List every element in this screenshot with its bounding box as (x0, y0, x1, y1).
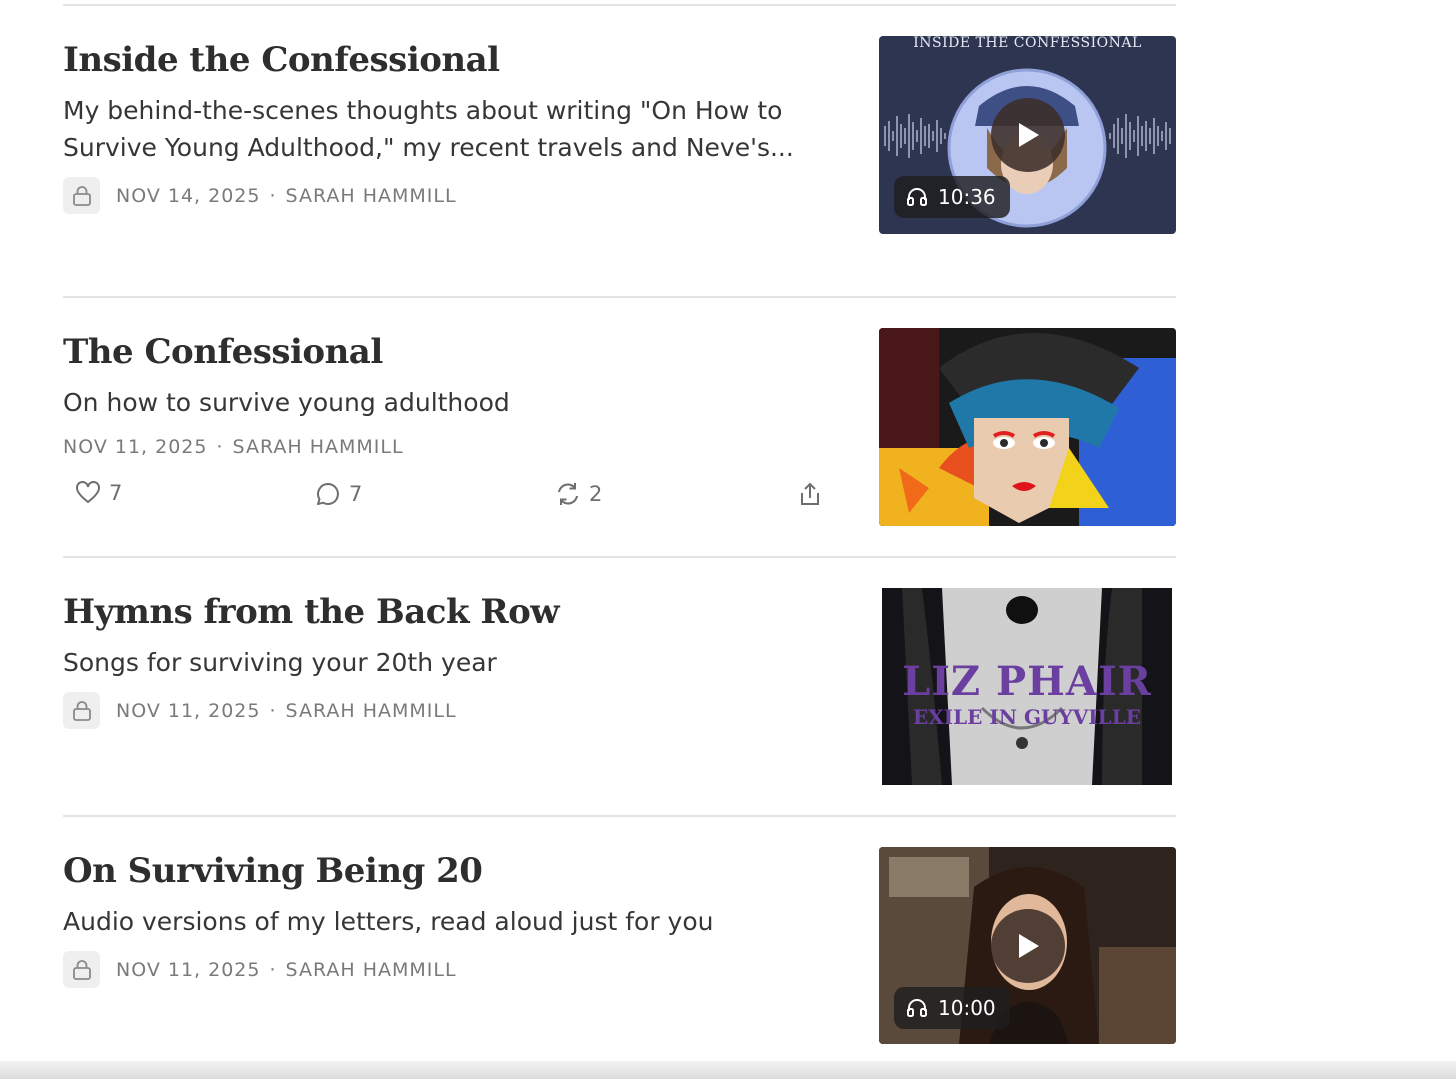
play-icon (1019, 934, 1039, 958)
restack-count: 2 (589, 482, 603, 506)
post-date: NOV 14, 2025 (116, 184, 261, 207)
restack-button[interactable]: 2 (555, 481, 602, 507)
lock-icon (63, 951, 100, 988)
bottom-scroll-edge (0, 1061, 1456, 1079)
post-author[interactable]: SARAH HAMMILL (286, 185, 457, 207)
post-subtitle: My behind-the-scenes thoughts about writ… (63, 96, 794, 162)
audio-duration-badge: 10:36 (894, 176, 1010, 218)
post-item-inside-the-confessional[interactable]: Inside the Confessional My behind-the-sc… (63, 0, 1176, 296)
post-thumbnail[interactable]: LIZ PHAIR EXILE IN GUYVILLE (882, 588, 1172, 785)
post-thumbnail[interactable]: 10:00 (879, 847, 1176, 1044)
comment-icon (317, 483, 339, 505)
meta-separator: · (269, 699, 277, 722)
post-item-hymns-from-the-back-row[interactable]: Hymns from the Back Row Songs for surviv… (63, 557, 1176, 815)
post-item-the-confessional[interactable]: The Confessional On how to survive young… (63, 297, 1176, 556)
post-meta: NOV 11, 2025 · SARAH HAMMILL (63, 428, 404, 465)
meta-separator: · (216, 435, 224, 458)
podcast-title-overlay: INSIDE THE CONFESSIONAL (913, 36, 1142, 51)
post-author[interactable]: SARAH HAMMILL (286, 700, 457, 722)
comment-button[interactable]: 7 (315, 481, 362, 507)
like-count: 7 (109, 481, 123, 505)
duration-text: 10:36 (938, 185, 996, 209)
post-date: NOV 11, 2025 (116, 958, 261, 981)
meta-separator: · (269, 958, 277, 981)
restack-icon (558, 483, 578, 505)
post-item-on-surviving-being-20[interactable]: On Surviving Being 20 Audio versions of … (63, 816, 1176, 1061)
lock-icon (63, 692, 100, 729)
meta-separator: · (269, 184, 277, 207)
post-title[interactable]: On Surviving Being 20 (63, 851, 483, 891)
post-thumbnail[interactable] (879, 328, 1176, 526)
post-meta: NOV 14, 2025 · SARAH HAMMILL (63, 177, 457, 214)
heart-icon (76, 481, 100, 504)
headphones-icon (907, 188, 927, 206)
album-artist-text: LIZ PHAIR (902, 658, 1152, 705)
comment-count: 7 (349, 482, 363, 506)
post-meta: NOV 11, 2025 · SARAH HAMMILL (63, 692, 457, 729)
post-thumbnail[interactable]: INSIDE THE CONFESSIONAL 10:36 (879, 36, 1176, 234)
share-button[interactable] (798, 481, 830, 507)
lock-icon (63, 177, 100, 214)
post-subtitle: On how to survive young adulthood (63, 388, 510, 417)
post-author[interactable]: SARAH HAMMILL (233, 436, 404, 458)
post-title[interactable]: The Confessional (63, 332, 383, 372)
duration-text: 10:00 (938, 996, 996, 1020)
post-date: NOV 11, 2025 (63, 435, 208, 458)
headphones-icon (907, 999, 927, 1017)
post-title[interactable]: Hymns from the Back Row (63, 592, 560, 632)
share-icon (801, 482, 819, 505)
play-button[interactable] (991, 909, 1065, 983)
audio-duration-badge: 10:00 (894, 987, 1010, 1029)
play-button[interactable] (991, 98, 1065, 172)
post-subtitle: Audio versions of my letters, read aloud… (63, 907, 714, 936)
like-button[interactable]: 7 (75, 481, 122, 505)
post-date: NOV 11, 2025 (116, 699, 261, 722)
post-subtitle: Songs for surviving your 20th year (63, 648, 497, 677)
album-title-text: EXILE IN GUYVILLE (912, 705, 1142, 729)
post-title[interactable]: Inside the Confessional (63, 40, 500, 80)
post-meta: NOV 11, 2025 · SARAH HAMMILL (63, 951, 457, 988)
post-actions: 7 7 2 (63, 481, 833, 511)
play-icon (1019, 123, 1039, 147)
post-author[interactable]: SARAH HAMMILL (286, 959, 457, 981)
